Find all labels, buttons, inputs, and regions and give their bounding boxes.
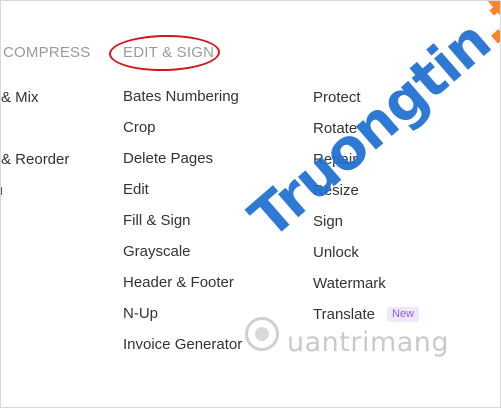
red-annotation-circle bbox=[108, 34, 221, 72]
menu-item-bates-numbering[interactable]: Bates Numbering bbox=[123, 81, 242, 112]
menu-item-protect[interactable]: Protect bbox=[313, 82, 419, 113]
menu-item-resize[interactable]: Resize bbox=[313, 175, 419, 206]
clipped-text-fragment bbox=[1, 187, 2, 196]
watermark-grey-text: uantrimang bbox=[287, 327, 450, 358]
menu-item-clipped[interactable] bbox=[1, 175, 69, 206]
menu-item-n-up[interactable]: N-Up bbox=[123, 298, 242, 329]
menu-item-translate-label: Translate bbox=[313, 306, 375, 323]
menu-item-sign[interactable]: Sign bbox=[313, 206, 419, 237]
new-badge: New bbox=[386, 307, 419, 322]
compress-section-header[interactable]: COMPRESS bbox=[3, 44, 90, 61]
menu-item-fill-sign[interactable]: Fill & Sign bbox=[123, 205, 242, 236]
menu-item-header-footer[interactable]: Header & Footer bbox=[123, 267, 242, 298]
menu-item-organize-reorder[interactable]: & Reorder bbox=[1, 144, 69, 175]
organize-tools-list: & Mix & Reorder bbox=[1, 82, 69, 206]
tools-menu-panel: COMPRESS EDIT & SIGN & Mix & Reorder Bat… bbox=[1, 1, 500, 407]
watermark-logo-icon bbox=[245, 317, 279, 351]
menu-item-watermark[interactable]: Watermark bbox=[313, 268, 419, 299]
menu-item-translate[interactable]: Translate New bbox=[313, 299, 419, 330]
menu-item-delete-pages[interactable]: Delete Pages bbox=[123, 143, 242, 174]
watermark-suffix: top bbox=[476, 1, 500, 45]
watermark-dot: . bbox=[460, 1, 500, 58]
menu-item-invoice-generator[interactable]: Invoice Generator bbox=[123, 329, 242, 360]
menu-item-merge-mix[interactable]: & Mix bbox=[1, 82, 69, 113]
menu-item-rotate[interactable]: Rotate bbox=[313, 113, 419, 144]
menu-item-crop[interactable]: Crop bbox=[123, 112, 242, 143]
menu-item-unlock[interactable]: Unlock bbox=[313, 237, 419, 268]
edit-sign-tools-list: Bates Numbering Crop Delete Pages Edit F… bbox=[123, 81, 242, 360]
menu-item-repair[interactable]: Repair bbox=[313, 144, 419, 175]
menu-item-spacer bbox=[1, 113, 69, 144]
menu-item-grayscale[interactable]: Grayscale bbox=[123, 236, 242, 267]
security-tools-list: Protect Rotate Repair Resize Sign Unlock… bbox=[313, 82, 419, 330]
menu-item-edit[interactable]: Edit bbox=[123, 174, 242, 205]
